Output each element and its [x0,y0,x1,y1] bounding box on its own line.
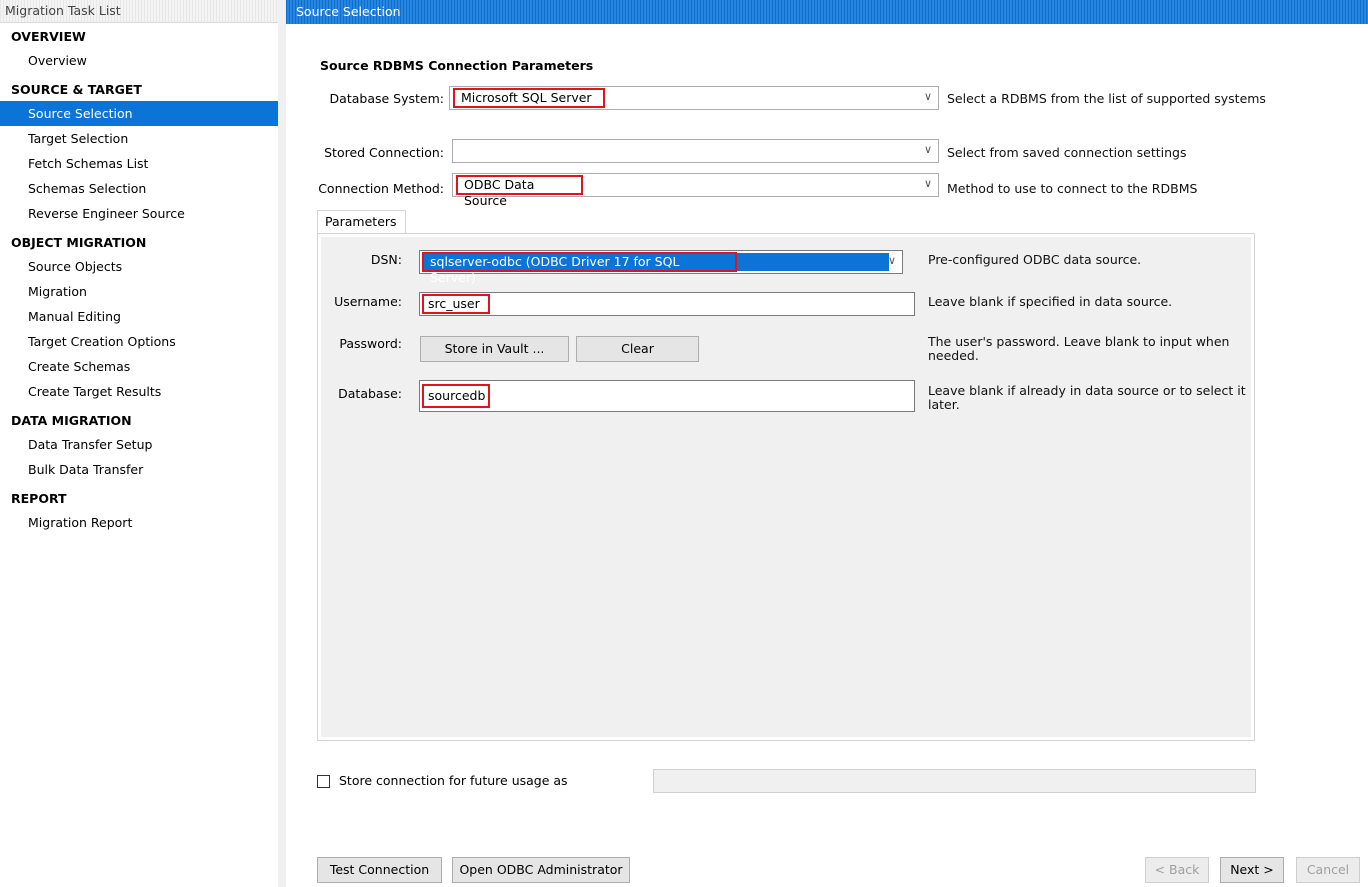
section-heading: Source RDBMS Connection Parameters [320,58,594,73]
section-overview: OVERVIEW Overview [0,26,278,73]
password-hint: The user's password. Leave blank to inpu… [928,335,1229,363]
stored-connection-hint: Select from saved connection settings [947,145,1187,160]
section-title: REPORT [11,491,67,506]
username-input[interactable]: src_user [419,292,915,316]
database-value: sourcedb [422,384,490,408]
connection-method-value: ODBC Data Source [456,175,583,208]
store-in-vault-button[interactable]: Store in Vault ... [420,336,569,362]
task-item-manual-editing[interactable]: Manual Editing [0,304,278,329]
section-report: REPORT Migration Report [0,488,278,535]
task-item-reverse-engineer-source[interactable]: Reverse Engineer Source [0,201,278,226]
dsn-label: DSN: [370,252,402,267]
database-hint: Leave blank if already in data source or… [928,384,1246,412]
dsn-combo[interactable]: sqlserver-odbc (ODBC Driver 17 for SQL S… [419,250,903,285]
task-item-migration[interactable]: Migration [0,279,278,304]
password-hint-line: needed. [928,348,979,363]
section-title: DATA MIGRATION [11,413,132,428]
connection-method-combo[interactable]: ODBC Data Source ∨ [452,173,939,208]
task-item-create-target-results[interactable]: Create Target Results [0,379,278,404]
database-system-combo[interactable]: Microsoft SQL Server ∨ [449,86,939,110]
database-system-hint: Select a RDBMS from the list of supporte… [947,91,1266,106]
task-item-target-selection[interactable]: Target Selection [0,126,278,151]
database-label: Database: [338,386,402,401]
main-panel: Source Selection Source RDBMS Connection… [286,0,1368,887]
section-title: SOURCE & TARGET [11,82,142,97]
task-item-overview[interactable]: Overview [0,48,278,73]
chevron-down-icon: ∨ [923,90,933,103]
task-item-target-creation-options[interactable]: Target Creation Options [0,329,278,354]
database-system-value: Microsoft SQL Server [453,88,605,108]
dsn-hint: Pre-configured ODBC data source. [928,252,1142,267]
open-odbc-administrator-button[interactable]: Open ODBC Administrator [452,857,630,883]
database-input[interactable]: sourcedb [419,380,915,412]
task-item-schemas-selection[interactable]: Schemas Selection [0,176,278,201]
password-label: Password: [339,336,402,351]
clear-password-button[interactable]: Clear [576,336,699,362]
task-item-bulk-data-transfer[interactable]: Bulk Data Transfer [0,457,278,482]
next-button[interactable]: Next > [1220,857,1284,883]
store-connection-label: Store connection for future usage as [339,773,568,788]
database-hint-line: Leave blank if already in data source or… [928,383,1246,398]
task-item-fetch-schemas-list[interactable]: Fetch Schemas List [0,151,278,176]
section-title: OVERVIEW [11,29,86,44]
tab-parameters[interactable]: Parameters [317,210,406,234]
task-item-source-objects[interactable]: Source Objects [0,254,278,279]
section-data-migration: DATA MIGRATION Data Transfer Setup Bulk … [0,410,278,482]
migration-task-list: Migration Task List OVERVIEW Overview SO… [0,0,278,887]
username-label: Username: [334,294,402,309]
chevron-down-icon: ∨ [923,177,933,190]
username-value: src_user [422,294,490,314]
database-hint-line: later. [928,397,960,412]
stored-connection-combo[interactable]: ∨ [452,139,939,163]
dsn-value: sqlserver-odbc (ODBC Driver 17 for SQL S… [422,252,737,285]
connection-method-hint: Method to use to connect to the RDBMS [947,181,1198,196]
username-hint: Leave blank if specified in data source. [928,294,1173,309]
test-connection-button[interactable]: Test Connection [317,857,442,883]
task-item-data-transfer-setup[interactable]: Data Transfer Setup [0,432,278,457]
chevron-down-icon: ∨ [887,254,897,267]
section-source-target: SOURCE & TARGET Source Selection Target … [0,79,278,226]
database-system-label: Database System: [329,91,444,106]
store-connection-checkbox[interactable] [317,775,330,788]
task-item-migration-report[interactable]: Migration Report [0,510,278,535]
panel-splitter[interactable] [278,0,286,887]
task-item-create-schemas[interactable]: Create Schemas [0,354,278,379]
back-button[interactable]: < Back [1145,857,1209,883]
chevron-down-icon: ∨ [923,143,933,156]
stored-connection-label: Stored Connection: [324,145,444,160]
store-connection-name-input[interactable] [653,769,1256,793]
section-object-migration: OBJECT MIGRATION Source Objects Migratio… [0,232,278,404]
task-item-source-selection[interactable]: Source Selection [0,101,278,126]
cancel-button[interactable]: Cancel [1296,857,1360,883]
password-hint-line: The user's password. Leave blank to inpu… [928,334,1230,349]
connection-method-label: Connection Method: [318,181,444,196]
page-title: Source Selection [286,0,1368,24]
section-title: OBJECT MIGRATION [11,235,147,250]
task-list-title: Migration Task List [0,0,278,23]
